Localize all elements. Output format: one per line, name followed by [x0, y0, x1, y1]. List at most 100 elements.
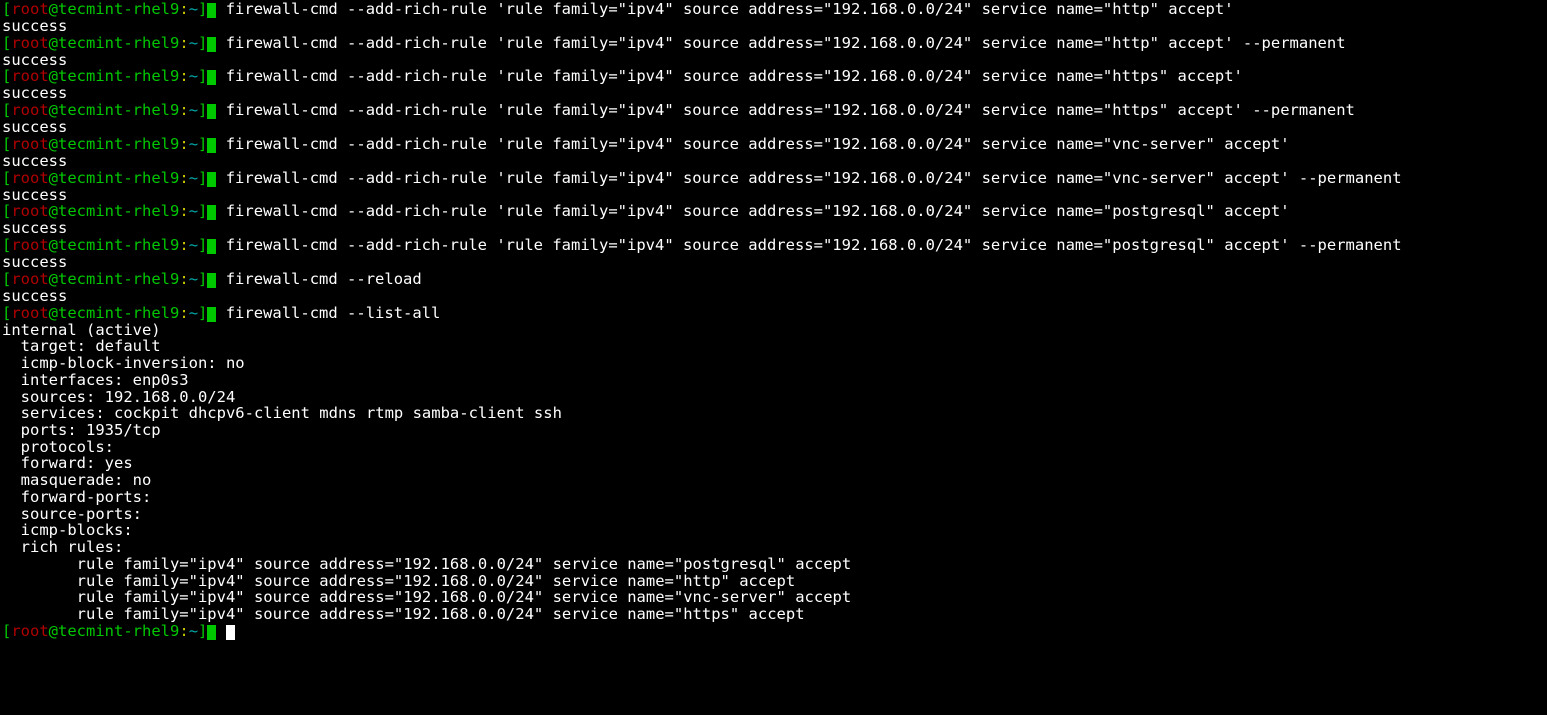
- prompt-at: @: [49, 0, 58, 18]
- output-line: masquerade: no: [2, 472, 1545, 489]
- shell-prompt: [root@tecmint-rhel9:~]: [2, 0, 226, 18]
- prompt-user: root: [11, 169, 48, 187]
- command-line: [root@tecmint-rhel9:~] firewall-cmd --ad…: [2, 102, 1545, 119]
- prompt-rb: ]: [198, 169, 207, 187]
- prompt-host: tecmint-rhel9: [58, 34, 179, 52]
- prompt-at: @: [49, 622, 58, 640]
- shell-prompt: [root@tecmint-rhel9:~]: [2, 304, 226, 322]
- output-line: target: default: [2, 338, 1545, 355]
- prompt-lb: [: [2, 270, 11, 288]
- prompt-at: @: [49, 304, 58, 322]
- prompt-user: root: [11, 34, 48, 52]
- prompt-cwd: ~: [189, 304, 198, 322]
- prompt-lb: [: [2, 0, 11, 18]
- typed-command: firewall-cmd --add-rich-rule 'rule famil…: [226, 101, 1355, 119]
- output-line: rich rules:: [2, 539, 1545, 556]
- prompt-cwd: ~: [189, 0, 198, 18]
- command-line: [root@tecmint-rhel9:~] firewall-cmd --ad…: [2, 68, 1545, 85]
- output-line: success: [2, 254, 1545, 271]
- output-line: rule family="ipv4" source address="192.1…: [2, 573, 1545, 590]
- output-line: success: [2, 85, 1545, 102]
- prompt-rb: ]: [198, 67, 207, 85]
- shell-prompt: [root@tecmint-rhel9:~]: [2, 202, 226, 220]
- prompt-sep: :: [179, 236, 188, 254]
- typed-command: firewall-cmd --reload: [226, 270, 422, 288]
- shell-prompt: [root@tecmint-rhel9:~]: [2, 34, 226, 52]
- command-line: [root@tecmint-rhel9:~] firewall-cmd --ad…: [2, 35, 1545, 52]
- prompt-sep: :: [179, 202, 188, 220]
- shell-prompt: [root@tecmint-rhel9:~]: [2, 169, 226, 187]
- output-line: success: [2, 187, 1545, 204]
- prompt-rb: ]: [198, 101, 207, 119]
- prompt-sep: :: [179, 135, 188, 153]
- prompt-at: @: [49, 34, 58, 52]
- prompt-sep: :: [179, 304, 188, 322]
- typed-command: firewall-cmd --list-all: [226, 304, 441, 322]
- output-line: protocols:: [2, 439, 1545, 456]
- output-line: success: [2, 18, 1545, 35]
- prompt-rb: ]: [198, 304, 207, 322]
- command-line: [root@tecmint-rhel9:~] firewall-cmd --ad…: [2, 237, 1545, 254]
- prompt-host: tecmint-rhel9: [58, 304, 179, 322]
- prompt-host: tecmint-rhel9: [58, 101, 179, 119]
- command-line: [root@tecmint-rhel9:~] firewall-cmd --li…: [2, 305, 1545, 322]
- command-line: [root@tecmint-rhel9:~] firewall-cmd --ad…: [2, 203, 1545, 220]
- prompt-user: root: [11, 67, 48, 85]
- typed-command: firewall-cmd --add-rich-rule 'rule famil…: [226, 169, 1402, 187]
- prompt-lb: [: [2, 101, 11, 119]
- output-line: forward-ports:: [2, 489, 1545, 506]
- prompt-rb: ]: [198, 202, 207, 220]
- shell-prompt: [root@tecmint-rhel9:~]: [2, 236, 226, 254]
- output-line: rule family="ipv4" source address="192.1…: [2, 606, 1545, 623]
- typed-command: firewall-cmd --add-rich-rule 'rule famil…: [226, 34, 1346, 52]
- output-line: forward: yes: [2, 455, 1545, 472]
- prompt-host: tecmint-rhel9: [58, 0, 179, 18]
- prompt-cwd: ~: [189, 101, 198, 119]
- prompt-sep: :: [179, 270, 188, 288]
- prompt-sep: :: [179, 101, 188, 119]
- prompt-sep: :: [179, 67, 188, 85]
- prompt-user: root: [11, 270, 48, 288]
- output-line: success: [2, 52, 1545, 69]
- prompt-lb: [: [2, 304, 11, 322]
- prompt-host: tecmint-rhel9: [58, 169, 179, 187]
- output-line: success: [2, 288, 1545, 305]
- prompt-cwd: ~: [189, 236, 198, 254]
- output-line: success: [2, 220, 1545, 237]
- prompt-lb: [: [2, 622, 11, 640]
- prompt-host: tecmint-rhel9: [58, 236, 179, 254]
- prompt-lb: [: [2, 67, 11, 85]
- typed-command: firewall-cmd --add-rich-rule 'rule famil…: [226, 67, 1243, 85]
- output-line: success: [2, 153, 1545, 170]
- prompt-user: root: [11, 202, 48, 220]
- output-line: icmp-block-inversion: no: [2, 355, 1545, 372]
- prompt-host: tecmint-rhel9: [58, 67, 179, 85]
- prompt-user: root: [11, 622, 48, 640]
- prompt-cwd: ~: [189, 270, 198, 288]
- prompt-at: @: [49, 202, 58, 220]
- shell-prompt: [root@tecmint-rhel9:~]: [2, 101, 226, 119]
- prompt-lb: [: [2, 202, 11, 220]
- prompt-user: root: [11, 236, 48, 254]
- prompt-sep: :: [179, 0, 188, 18]
- prompt-cwd: ~: [189, 169, 198, 187]
- prompt-cwd: ~: [189, 202, 198, 220]
- output-line: sources: 192.168.0.0/24: [2, 389, 1545, 406]
- prompt-cwd: ~: [189, 67, 198, 85]
- typed-command: firewall-cmd --add-rich-rule 'rule famil…: [226, 202, 1290, 220]
- terminal[interactable]: [root@tecmint-rhel9:~] firewall-cmd --ad…: [0, 0, 1547, 641]
- prompt-host: tecmint-rhel9: [58, 202, 179, 220]
- command-line[interactable]: [root@tecmint-rhel9:~]: [2, 623, 1545, 640]
- shell-prompt: [root@tecmint-rhel9:~]: [2, 270, 226, 288]
- output-line: rule family="ipv4" source address="192.1…: [2, 556, 1545, 573]
- prompt-lb: [: [2, 236, 11, 254]
- prompt-user: root: [11, 304, 48, 322]
- prompt-user: root: [11, 101, 48, 119]
- prompt-user: root: [11, 135, 48, 153]
- typed-command: firewall-cmd --add-rich-rule 'rule famil…: [226, 135, 1290, 153]
- prompt-cwd: ~: [189, 34, 198, 52]
- prompt-lb: [: [2, 135, 11, 153]
- typed-command: firewall-cmd --add-rich-rule 'rule famil…: [226, 236, 1402, 254]
- prompt-rb: ]: [198, 0, 207, 18]
- output-line: services: cockpit dhcpv6-client mdns rtm…: [2, 405, 1545, 422]
